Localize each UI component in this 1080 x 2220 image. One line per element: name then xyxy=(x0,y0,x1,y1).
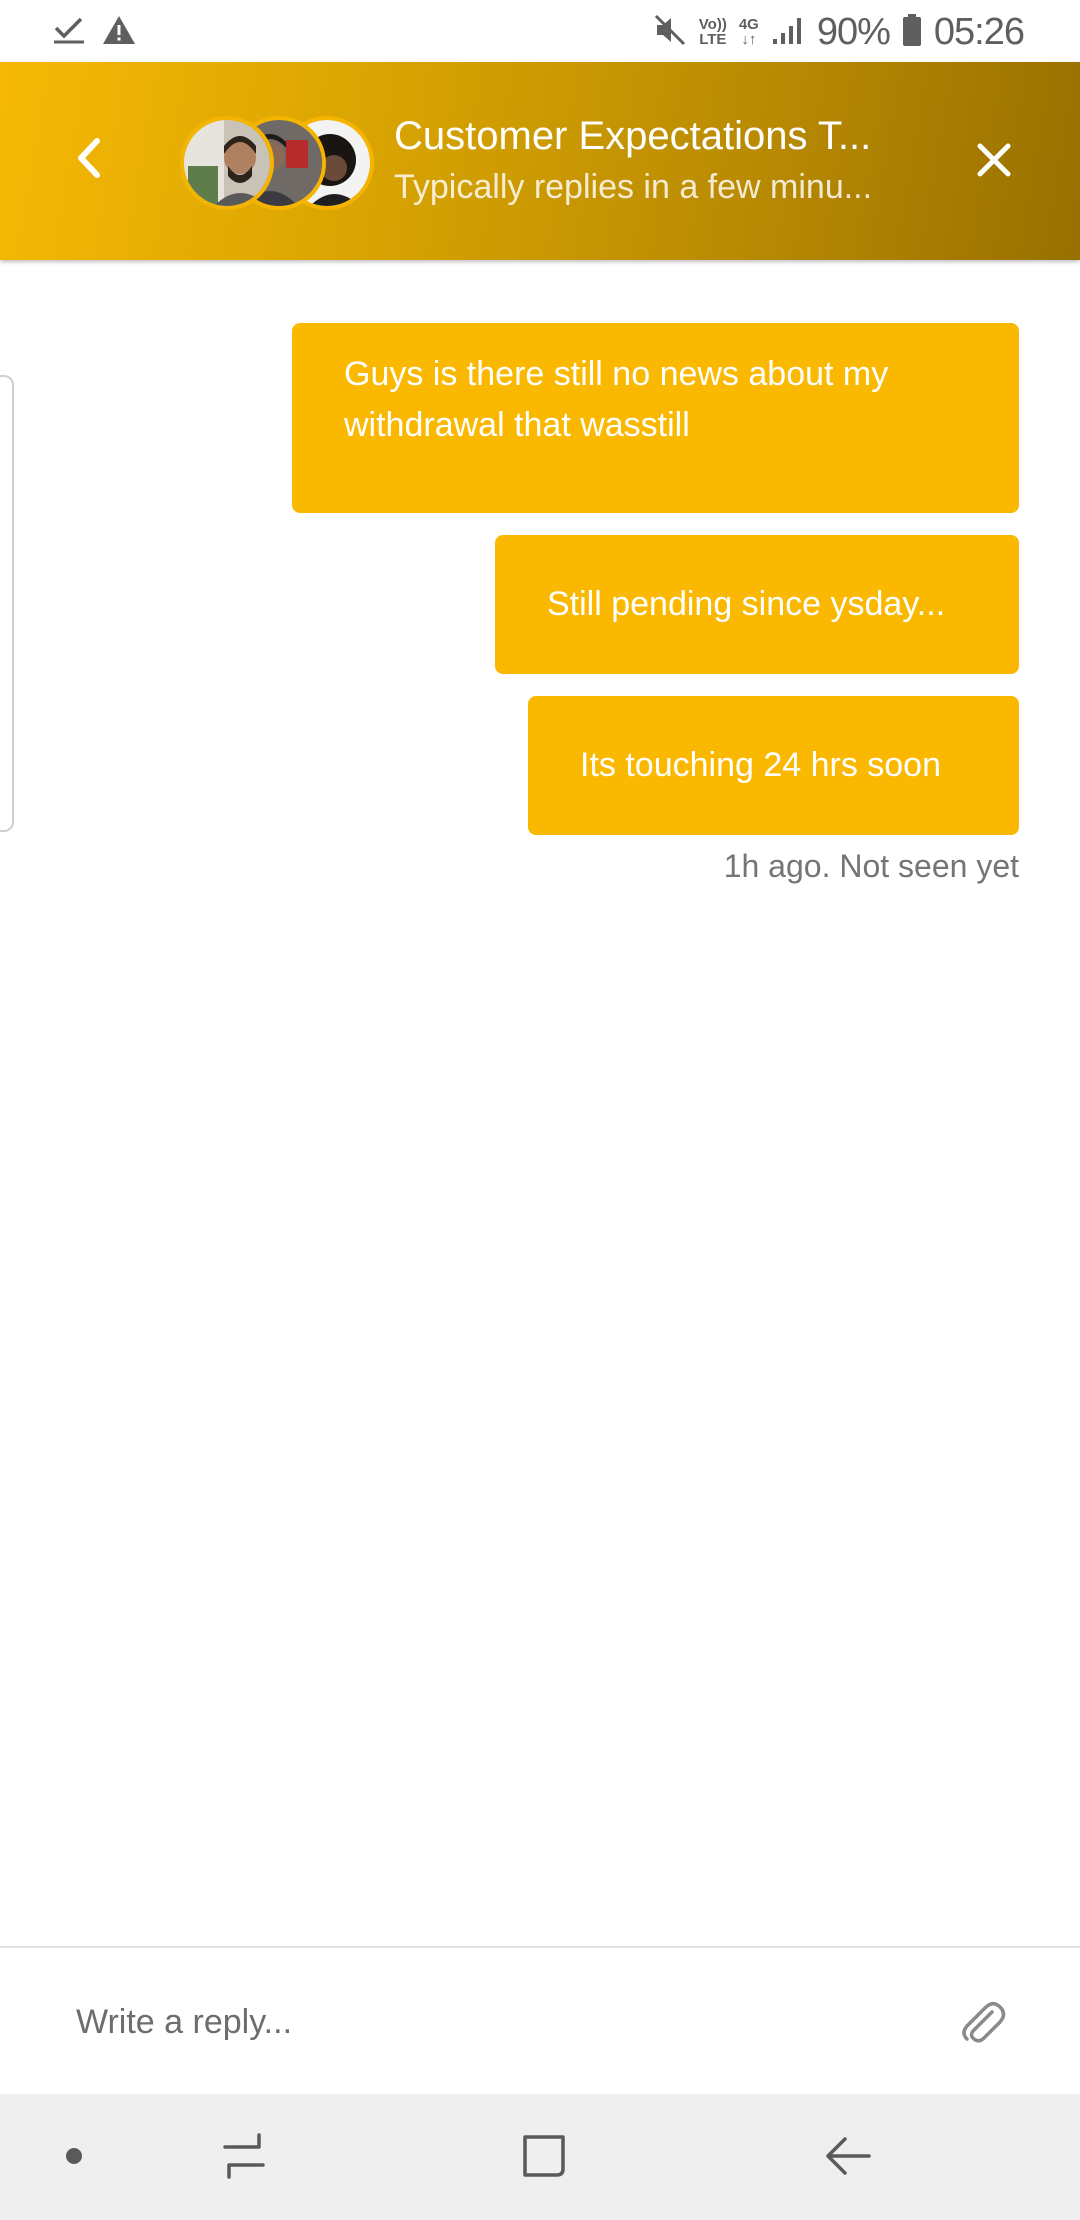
dot-icon xyxy=(64,2146,84,2171)
chevron-left-icon xyxy=(73,137,103,184)
avatar xyxy=(180,116,274,210)
network-type-indicator: 4G ↓↑ xyxy=(739,17,759,47)
team-avatars xyxy=(180,116,374,210)
recent-apps-button[interactable] xyxy=(210,2124,278,2192)
volte-indicator: Vo)) LTE xyxy=(699,17,727,47)
message-text: Its touching 24 hrs soon xyxy=(580,746,942,784)
battery-icon xyxy=(902,13,922,52)
nav-dot-button[interactable] xyxy=(40,2124,108,2192)
reply-time-subtitle: Typically replies in a few minu... xyxy=(394,168,873,206)
side-panel-handle[interactable] xyxy=(0,375,14,832)
message-delivery-status: 1h ago. Not seen yet xyxy=(723,848,1019,884)
paperclip-icon xyxy=(958,1994,1006,2051)
message-text: Still pending since ysday... xyxy=(547,585,946,623)
clock: 05:26 xyxy=(933,10,1025,53)
status-indicators: Vo)) LTE 4G ↓↑ 90% 05:26 xyxy=(653,8,1025,56)
signal-icon xyxy=(771,15,805,50)
message-text: Guys is there still no news about my wit… xyxy=(344,355,889,444)
back-button[interactable] xyxy=(60,132,116,188)
warning-icon xyxy=(102,15,136,50)
back-arrow-icon xyxy=(823,2131,873,2186)
close-button[interactable] xyxy=(966,134,1022,190)
attach-button[interactable] xyxy=(954,1992,1010,2052)
reply-composer xyxy=(0,1946,1080,2096)
reply-input[interactable] xyxy=(76,1994,876,2050)
system-back-button[interactable] xyxy=(814,2124,882,2192)
data-activity-label: ↓↑ xyxy=(741,31,757,48)
chat-header: Customer Expectations T... Typically rep… xyxy=(0,62,1080,260)
volte-bottom-label: LTE xyxy=(699,31,727,48)
mute-icon xyxy=(653,13,687,52)
conversation-title: Customer Expectations T... xyxy=(394,114,872,158)
message-bubble[interactable]: Guys is there still no news about my wit… xyxy=(292,323,1019,513)
recent-apps-icon xyxy=(219,2131,269,2186)
status-notifications xyxy=(52,12,136,52)
close-icon xyxy=(976,142,1012,183)
home-icon xyxy=(519,2131,569,2186)
message-bubble[interactable]: Its touching 24 hrs soon xyxy=(528,696,1019,835)
battery-percent: 90% xyxy=(816,10,891,53)
check-icon xyxy=(52,16,86,49)
status-bar: Vo)) LTE 4G ↓↑ 90% 05:26 xyxy=(0,0,1080,62)
system-nav-bar xyxy=(0,2094,1080,2220)
message-bubble[interactable]: Still pending since ysday... xyxy=(495,535,1019,674)
home-button[interactable] xyxy=(510,2124,578,2192)
